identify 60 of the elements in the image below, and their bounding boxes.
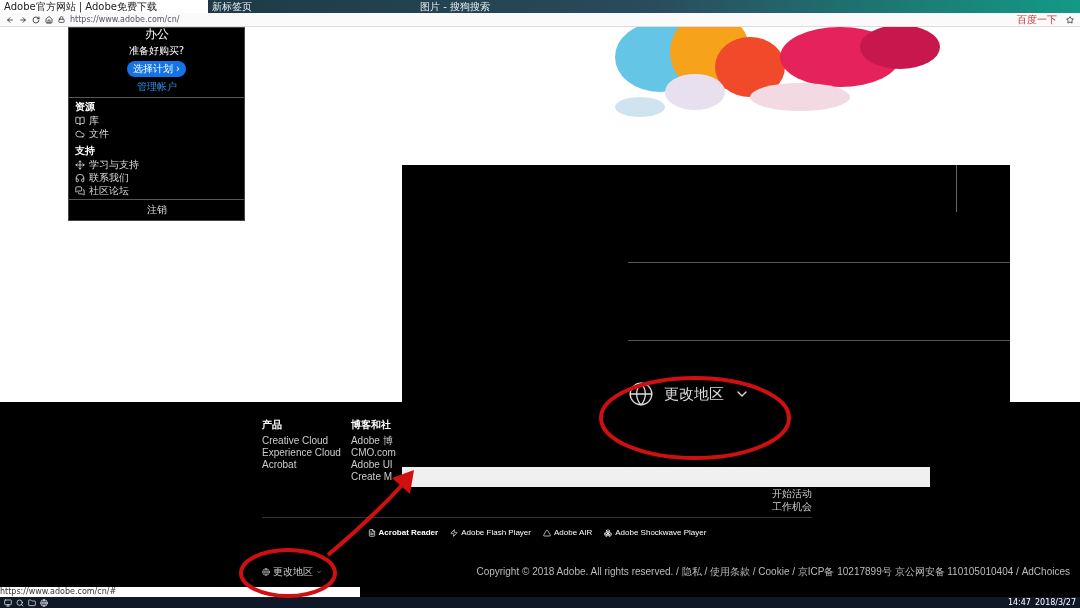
menu-title: 办公: [144, 28, 169, 41]
sign-out-link[interactable]: 注销: [69, 199, 244, 220]
forward-icon[interactable]: [19, 15, 27, 24]
back-icon[interactable]: [6, 15, 14, 24]
column-heading: 博客和社: [350, 418, 391, 432]
section-heading: 支持: [75, 144, 96, 158]
region-link[interactable]: 更改地区: [262, 564, 322, 579]
menu-item[interactable]: 文件: [75, 128, 238, 140]
cloud-icon: [75, 129, 85, 139]
star-icon[interactable]: [1066, 15, 1074, 24]
footer-link[interactable]: Acrobat: [262, 459, 297, 470]
menu-item[interactable]: 学习与支持: [75, 159, 238, 171]
footer-link[interactable]: CMO.com: [350, 447, 396, 458]
product-link[interactable]: Adobe Flash Player: [450, 527, 531, 538]
start-icon[interactable]: [4, 598, 12, 607]
browser-tab[interactable]: Adobe官方网站 | Adobe免费下载: [0, 0, 208, 13]
browser-tab[interactable]: 图片 - 搜狗搜索: [416, 0, 624, 13]
footer-link[interactable]: Adobe UI: [350, 459, 393, 470]
clock-time: 14:47: [1007, 597, 1031, 608]
product-link[interactable]: Adobe AIR: [543, 527, 593, 538]
status-url: https://www.adobe.com/cn/#: [0, 587, 360, 597]
footer-link[interactable]: Experience Cloud: [262, 447, 341, 458]
home-icon[interactable]: [45, 15, 53, 24]
account-link[interactable]: 管理帐户: [136, 80, 177, 94]
region-link[interactable]: 更改地区: [628, 381, 1010, 407]
chevron-down-icon: [316, 568, 322, 575]
menu-item[interactable]: 联系我们: [75, 172, 238, 184]
footer-link[interactable]: Creative Cloud: [262, 435, 329, 446]
footer-link[interactable]: Adobe 博: [350, 435, 393, 446]
product-link[interactable]: Adobe Shockwave Player: [604, 527, 707, 538]
chat-icon: [75, 186, 85, 196]
browser-tab[interactable]: 新标签页: [208, 0, 416, 13]
purchase-prompt: 准备好购买?: [128, 44, 185, 58]
folder-icon[interactable]: [28, 598, 36, 607]
arrows-icon: [75, 160, 85, 170]
globe-icon: [628, 381, 654, 407]
menu-item[interactable]: 社区论坛: [75, 185, 238, 197]
footer-link[interactable]: 工作机会: [772, 501, 812, 513]
menu-item[interactable]: 库: [75, 115, 238, 127]
footer-link[interactable]: Create M: [350, 471, 393, 482]
bolt-icon: [450, 528, 459, 537]
blocks-icon: [604, 528, 613, 537]
product-link[interactable]: Acrobat Reader: [367, 527, 439, 538]
book-icon: [75, 116, 85, 126]
footer-link[interactable]: 开始活动: [772, 488, 812, 500]
column-heading: 产品: [262, 418, 282, 432]
globe-icon[interactable]: [40, 598, 48, 607]
search-field[interactable]: 百度一下: [1013, 12, 1061, 27]
headset-icon: [75, 173, 85, 183]
triangle-icon: [543, 528, 551, 537]
section-heading: 资源: [75, 100, 96, 114]
lock-icon: [58, 16, 65, 23]
document-icon: [367, 528, 376, 537]
search-icon[interactable]: [16, 598, 24, 607]
clock-date: 2018/3/27: [1034, 597, 1076, 608]
reload-icon[interactable]: [32, 15, 40, 24]
globe-icon: [262, 567, 270, 576]
copyright-text: Copyright © 2018 Adobe. All rights reserved. / 隐私 / 使用条款 / Cookie / 京ICP备 10217899号 京公网安备 110105010404 / AdChoices: [476, 564, 1071, 579]
address-field[interactable]: https://www.adobe.com/cn/: [70, 15, 180, 24]
choose-plan-button[interactable]: 选择计划 ›: [126, 61, 187, 77]
